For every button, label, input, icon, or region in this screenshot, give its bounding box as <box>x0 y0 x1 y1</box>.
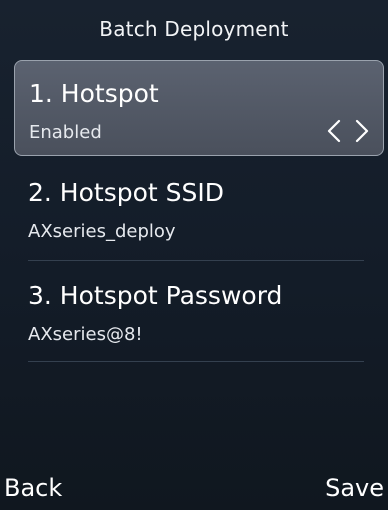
phone-screen: Batch Deployment 1. Hotspot Enabled 2. H… <box>0 0 388 510</box>
chevron-right-icon[interactable] <box>351 117 373 145</box>
list-item-hotspot-password[interactable]: 3. Hotspot Password AXseries@8! <box>14 263 384 359</box>
item-label-hotspot-ssid: 2. Hotspot SSID <box>28 178 224 207</box>
item-label-hotspot-password: 3. Hotspot Password <box>28 281 283 310</box>
page-title: Batch Deployment <box>99 17 289 41</box>
item-value-hotspot-password: AXseries@8! <box>28 324 143 345</box>
title-bar: Batch Deployment <box>0 0 388 58</box>
list-item-hotspot-ssid[interactable]: 2. Hotspot SSID AXseries_deploy <box>14 160 384 256</box>
chevron-left-icon[interactable] <box>323 117 345 145</box>
save-softkey[interactable]: Save <box>325 474 384 502</box>
divider <box>28 260 364 261</box>
item-value-hotspot: Enabled <box>29 122 102 143</box>
item-value-hotspot-ssid: AXseries_deploy <box>28 221 176 242</box>
item-label-hotspot: 1. Hotspot <box>29 79 159 108</box>
list-item-hotspot[interactable]: 1. Hotspot Enabled <box>14 60 384 156</box>
value-switcher <box>323 117 373 145</box>
divider <box>28 361 364 362</box>
back-softkey[interactable]: Back <box>4 474 62 502</box>
softkey-bar: Back Save <box>0 466 388 510</box>
